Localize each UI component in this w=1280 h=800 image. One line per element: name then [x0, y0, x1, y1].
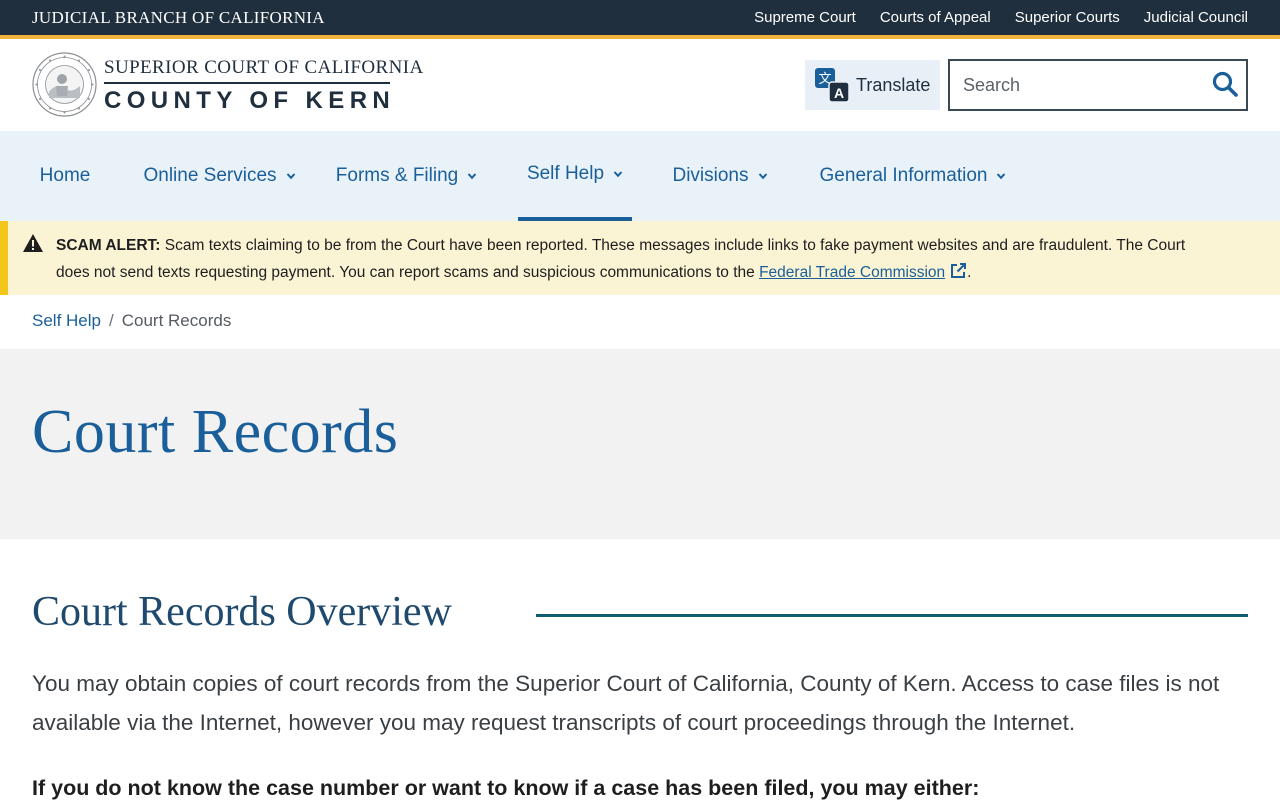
scam-alert-text: SCAM ALERT: Scam texts claiming to be fr… [56, 232, 1216, 286]
ftc-link[interactable]: Federal Trade Commission [759, 263, 967, 281]
nav-home[interactable]: Home [24, 131, 106, 221]
judicial-branch-brand[interactable]: JUDICIAL BRANCH OF CALIFORNIA [32, 8, 325, 28]
nav-online-services[interactable]: Online Services [132, 131, 307, 221]
lead-question: If you do not know the case number or wa… [32, 776, 980, 800]
search-input[interactable] [950, 61, 1200, 109]
link-supreme-court[interactable]: Supreme Court [754, 9, 856, 26]
nav-online-services-label: Online Services [143, 165, 277, 186]
external-link-icon [951, 263, 967, 278]
nav-home-label: Home [39, 165, 91, 186]
logo-county-name[interactable]: COUNTY OF KERN [104, 87, 395, 115]
chevron-down-icon [613, 171, 623, 178]
section-title: Court Records Overview [32, 589, 452, 635]
logo-divider [104, 82, 390, 84]
page-title: Court Records [32, 398, 399, 466]
breadcrumb: Self Help / Court Records [32, 311, 231, 331]
utility-links: Supreme Court Courts of Appeal Superior … [730, 0, 1248, 35]
search-button[interactable] [1210, 70, 1240, 100]
warning-icon [23, 234, 43, 252]
nav-forms-filing-label: Forms & Filing [335, 165, 459, 186]
ftc-link-label: Federal Trade Commission [759, 264, 946, 281]
logo-court-name[interactable]: SUPERIOR COURT OF CALIFORNIA [104, 57, 424, 79]
search-box [948, 59, 1248, 111]
nav-divisions-label: Divisions [672, 165, 749, 186]
california-judicial-seal-icon[interactable] [32, 52, 97, 117]
page-hero: Court Records [0, 349, 1280, 539]
main-nav: Home Online Services Forms & Filing Self… [0, 131, 1280, 221]
nav-divisions[interactable]: Divisions [664, 131, 776, 221]
link-courts-of-appeal[interactable]: Courts of Appeal [880, 9, 991, 26]
scam-alert-period: . [967, 264, 972, 281]
breadcrumb-separator: / [108, 311, 114, 330]
breadcrumb-self-help[interactable]: Self Help [32, 311, 101, 331]
chevron-down-icon [997, 173, 1006, 180]
search-icon [1212, 71, 1238, 97]
scam-alert-label: SCAM ALERT: [56, 237, 161, 254]
translate-button[interactable]: 文 A Translate [805, 60, 940, 110]
scam-alert-banner: SCAM ALERT: Scam texts claiming to be fr… [0, 221, 1280, 295]
nav-forms-filing[interactable]: Forms & Filing [330, 131, 483, 221]
intro-paragraph: You may obtain copies of court records f… [32, 671, 1220, 735]
chevron-down-icon [758, 173, 767, 180]
translate-label: Translate [856, 75, 931, 95]
site-header: SUPERIOR COURT OF CALIFORNIA COUNTY OF K… [0, 39, 1280, 131]
scam-alert-message: Scam texts claiming to be from the Court… [56, 237, 1186, 281]
section-title-rule [536, 614, 1248, 617]
svg-text:A: A [834, 85, 844, 101]
link-judicial-council[interactable]: Judicial Council [1144, 9, 1248, 26]
nav-self-help-label: Self Help [526, 163, 605, 184]
nav-self-help[interactable]: Self Help [518, 131, 632, 221]
nav-general-information[interactable]: General Information [812, 131, 1014, 221]
chevron-down-icon [467, 173, 477, 180]
breadcrumb-current: Court Records [121, 311, 232, 330]
link-superior-courts[interactable]: Superior Courts [1015, 9, 1120, 26]
translate-icon: 文 A [815, 68, 850, 103]
utility-bar: JUDICIAL BRANCH OF CALIFORNIA Supreme Co… [0, 0, 1280, 35]
chevron-down-icon [286, 173, 295, 180]
nav-general-information-label: General Information [819, 165, 988, 186]
